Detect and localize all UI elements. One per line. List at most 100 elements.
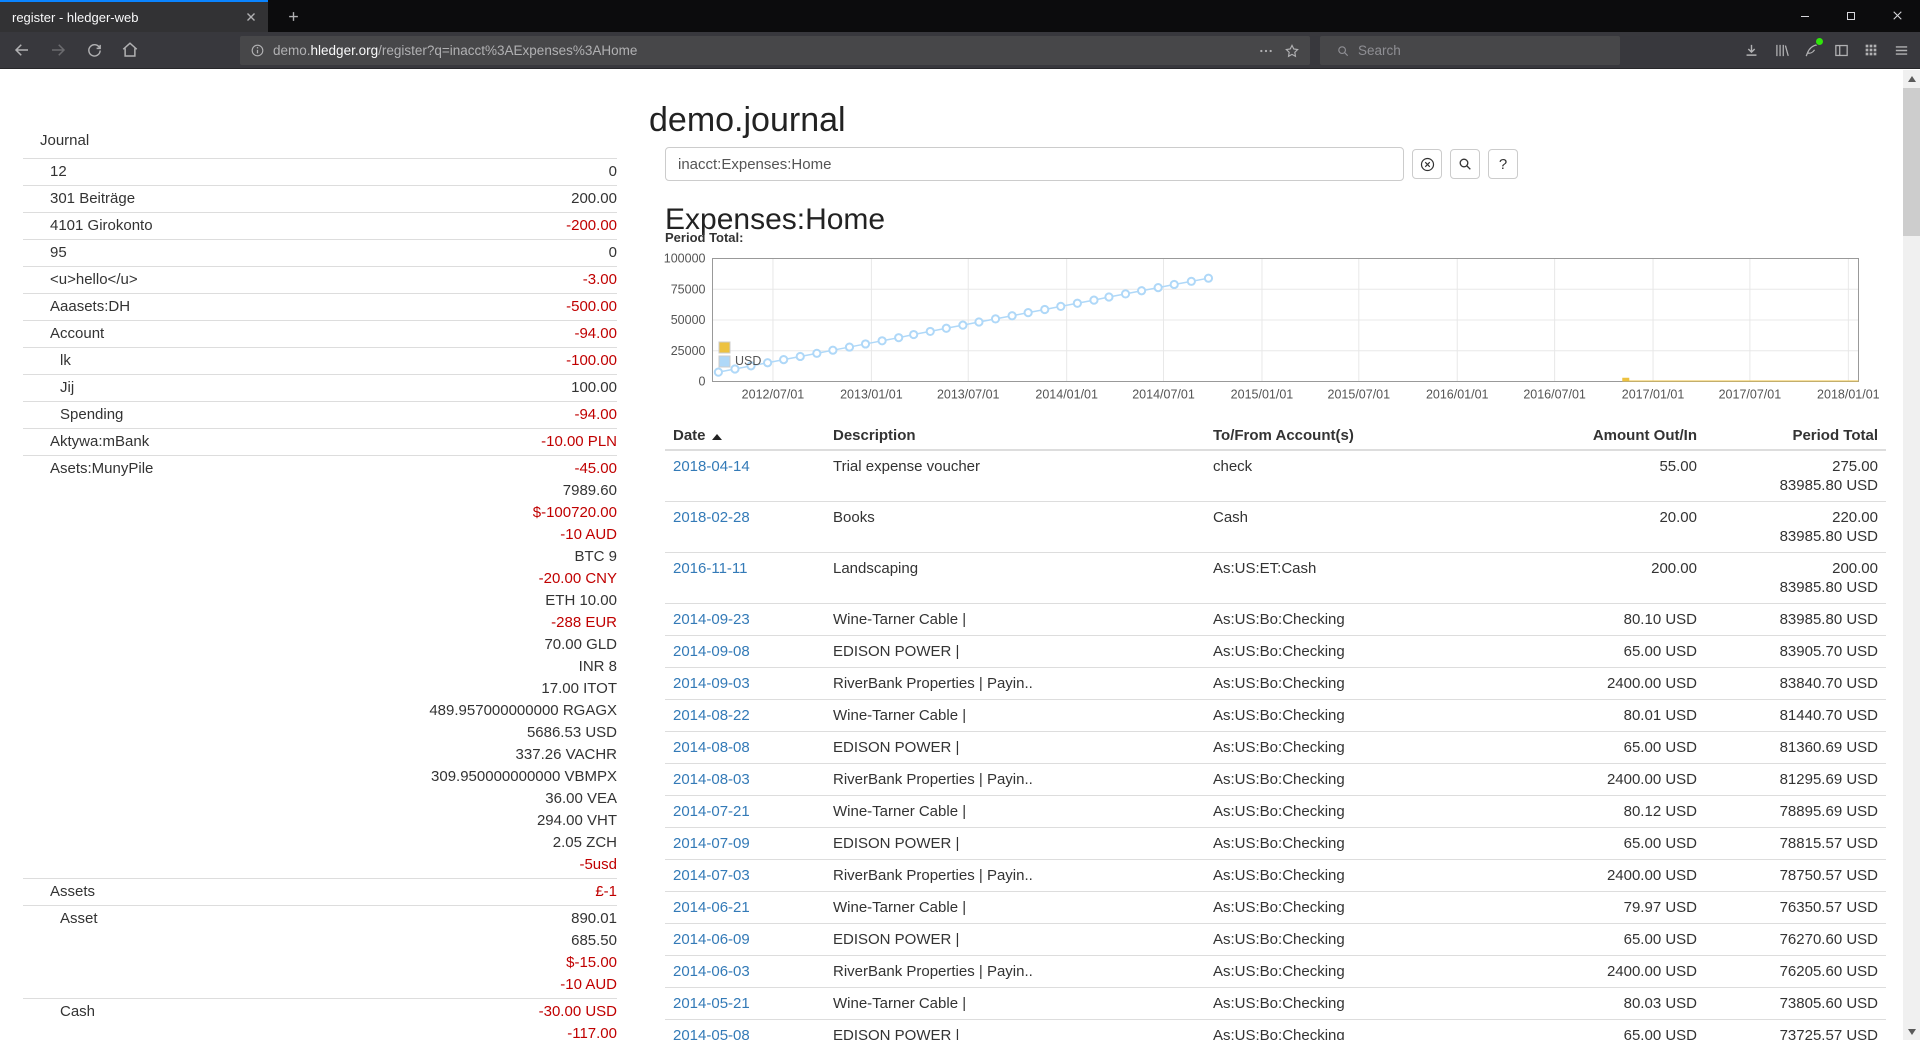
account-link[interactable]: <u>hello</u> — [23, 269, 583, 291]
x-tick-label: 2015/07/01 — [1328, 388, 1391, 402]
account-link[interactable]: Aaasets:DH — [23, 296, 566, 318]
register-table-body: 2018-04-14Trial expense vouchercheck55.0… — [665, 450, 1886, 1040]
transaction-date-link[interactable]: 2014-08-08 — [673, 739, 750, 756]
transaction-amount: 2400.00 USD — [1525, 860, 1705, 892]
period-total-line: 81440.70 USD — [1713, 706, 1878, 725]
register-row: 2014-08-03RiverBank Properties | Payin..… — [665, 764, 1886, 796]
transaction-amount: 65.00 USD — [1525, 828, 1705, 860]
home-icon[interactable] — [114, 35, 146, 65]
transaction-date-link[interactable]: 2014-08-22 — [673, 707, 750, 724]
transaction-date-link[interactable]: 2018-04-14 — [673, 458, 750, 475]
bookmark-star-icon[interactable] — [1284, 43, 1300, 59]
sidebar-journal-link[interactable]: Journal — [23, 130, 617, 152]
column-header-period-total[interactable]: Period Total — [1705, 422, 1886, 450]
account-link[interactable]: Cash — [23, 1001, 539, 1023]
column-header-date[interactable]: Date — [665, 422, 825, 450]
period-total-cell: 220.0083985.80 USD — [1705, 502, 1886, 553]
transaction-description: EDISON POWER | — [825, 1020, 1205, 1040]
extension-quill-icon[interactable] — [1796, 35, 1826, 65]
close-icon[interactable] — [1874, 0, 1920, 31]
register-row: 2014-07-21Wine-Tarner Cable |As:US:Bo:Ch… — [665, 796, 1886, 828]
new-tab-icon[interactable] — [278, 3, 308, 30]
run-search-button[interactable] — [1450, 149, 1480, 179]
transaction-description: Books — [825, 502, 1205, 553]
library-icon[interactable] — [1766, 35, 1796, 65]
account-link[interactable]: lk — [23, 350, 566, 372]
transaction-date-link[interactable]: 2014-08-03 — [673, 771, 750, 788]
transaction-description: EDISON POWER | — [825, 732, 1205, 764]
data-point — [927, 328, 934, 335]
transaction-date-link[interactable]: 2014-05-21 — [673, 995, 750, 1012]
account-link[interactable]: Aktywa:mBank — [23, 431, 541, 453]
account-balance: 70.00 GLD — [544, 634, 617, 656]
column-header-description[interactable]: Description — [825, 422, 1205, 450]
account-link[interactable]: Spending — [23, 404, 574, 426]
transaction-date-link[interactable]: 2014-06-03 — [673, 963, 750, 980]
download-icon[interactable] — [1736, 35, 1766, 65]
transaction-date-link[interactable]: 2014-09-23 — [673, 611, 750, 628]
column-header-account[interactable]: To/From Account(s) — [1205, 422, 1525, 450]
tab-close-icon[interactable] — [240, 6, 262, 28]
transaction-date-link[interactable]: 2016-11-11 — [673, 560, 748, 577]
x-tick-label: 2013/01/01 — [840, 388, 903, 402]
period-total-line: 81360.69 USD — [1713, 738, 1878, 757]
account-link[interactable]: 12 — [23, 161, 609, 183]
account-link[interactable]: Asset — [23, 908, 560, 930]
data-point — [1057, 303, 1064, 310]
page-scrollbar[interactable] — [1903, 70, 1920, 1040]
transaction-date-link[interactable]: 2014-07-21 — [673, 803, 750, 820]
account-link[interactable]: Asets:MunyPile — [23, 458, 429, 480]
query-input[interactable] — [665, 147, 1404, 181]
account-balances: -500.00 — [566, 296, 617, 318]
sidebar-account-row: 950 — [23, 239, 617, 266]
help-button[interactable]: ? — [1488, 149, 1518, 179]
back-icon[interactable] — [6, 35, 38, 65]
account-link[interactable]: Account — [23, 323, 574, 345]
transaction-date-link[interactable]: 2018-02-28 — [673, 509, 750, 526]
account-link[interactable]: Assets — [23, 881, 595, 903]
data-point — [1205, 275, 1212, 282]
account-link[interactable]: 95 — [23, 242, 609, 264]
transaction-date-link[interactable]: 2014-05-08 — [673, 1027, 750, 1040]
account-link[interactable]: Jij — [23, 377, 571, 399]
data-point — [1025, 309, 1032, 316]
transaction-description: Wine-Tarner Cable | — [825, 796, 1205, 828]
extension-badge — [1815, 37, 1824, 46]
site-info-icon[interactable] — [250, 43, 265, 58]
register-row: 2014-09-23Wine-Tarner Cable |As:US:Bo:Ch… — [665, 604, 1886, 636]
menu-hamburger-icon[interactable] — [1886, 35, 1916, 65]
transaction-description: Wine-Tarner Cable | — [825, 700, 1205, 732]
period-total-cell: 83840.70 USD — [1705, 668, 1886, 700]
account-link[interactable]: 4101 Girokonto — [23, 215, 566, 237]
sidebar-account-row: Aaasets:DH-500.00 — [23, 293, 617, 320]
forward-icon[interactable] — [42, 35, 74, 65]
scroll-up-icon[interactable] — [1903, 70, 1920, 87]
period-total-cell: 78815.57 USD — [1705, 828, 1886, 860]
search-input[interactable]: Search — [1320, 36, 1620, 65]
clear-query-button[interactable] — [1412, 149, 1442, 179]
transaction-date-link[interactable]: 2014-06-09 — [673, 931, 750, 948]
minimize-icon[interactable] — [1782, 0, 1828, 31]
column-header-amount[interactable]: Amount Out/In — [1525, 422, 1705, 450]
transaction-date-link[interactable]: 2014-07-09 — [673, 835, 750, 852]
transaction-account: As:US:ET:Cash — [1205, 553, 1525, 604]
maximize-icon[interactable] — [1828, 0, 1874, 31]
transaction-date-link[interactable]: 2014-06-21 — [673, 899, 750, 916]
browser-tab[interactable]: register - hledger-web — [0, 0, 268, 32]
reload-icon[interactable] — [78, 35, 110, 65]
transaction-date-link[interactable]: 2014-07-03 — [673, 867, 750, 884]
transaction-account: As:US:Bo:Checking — [1205, 892, 1525, 924]
transaction-date-link[interactable]: 2014-09-03 — [673, 675, 750, 692]
account-balances: 890.01685.50$-15.00-10 AUD — [560, 908, 617, 996]
scroll-down-icon[interactable] — [1903, 1023, 1920, 1040]
data-point — [1622, 378, 1629, 385]
account-link[interactable]: 301 Beiträge — [23, 188, 571, 210]
page-actions-icon[interactable] — [1258, 43, 1274, 59]
scrollbar-thumb[interactable] — [1903, 88, 1920, 236]
sidebar-toggle-icon[interactable] — [1826, 35, 1856, 65]
legend-label: USD — [735, 354, 761, 368]
transaction-account: As:US:Bo:Checking — [1205, 668, 1525, 700]
transaction-date-link[interactable]: 2014-09-08 — [673, 643, 750, 660]
apps-grid-icon[interactable] — [1856, 35, 1886, 65]
url-bar[interactable]: demo.hledger.org/register?q=inacct%3AExp… — [240, 36, 1310, 65]
